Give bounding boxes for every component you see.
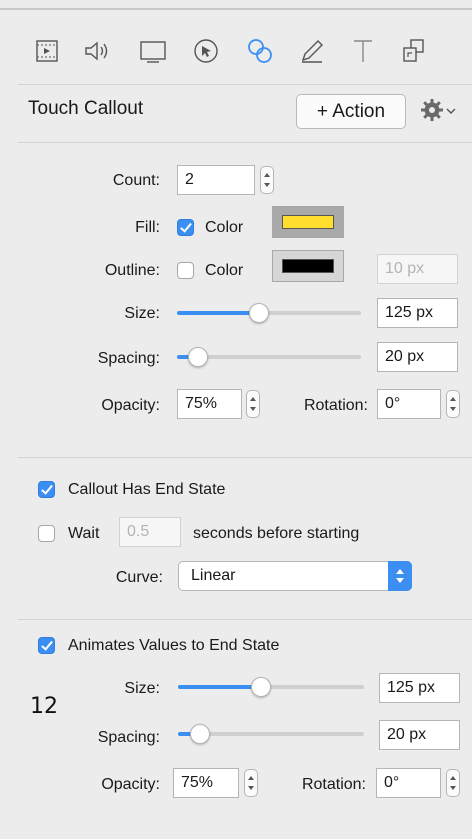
gear-icon (419, 97, 445, 128)
has-end-state-label: Callout Has End State (68, 481, 226, 498)
animates-checkbox[interactable] (38, 637, 55, 654)
export-icon[interactable] (397, 34, 431, 68)
spacing-label: Spacing: (97, 350, 160, 367)
end-opacity-stepper[interactable] (244, 769, 258, 797)
end-state-divider (18, 457, 472, 458)
wait-suffix-label: seconds before starting (193, 525, 360, 542)
film-icon[interactable] (30, 34, 64, 68)
curve-value: Linear (191, 567, 236, 584)
wait-checkbox[interactable] (38, 525, 55, 542)
end-spacing-field[interactable]: 20 px (379, 720, 460, 750)
window-top-edge (0, 0, 472, 10)
annotation-number: 12 (30, 694, 58, 719)
count-label: Count: (112, 172, 160, 189)
curve-popup[interactable]: Linear (178, 561, 412, 591)
end-rotation-stepper[interactable] (446, 769, 460, 797)
count-stepper[interactable] (260, 166, 274, 194)
end-size-slider[interactable] (178, 676, 364, 698)
chevron-down-icon (445, 103, 457, 121)
inspector-toolbar (0, 12, 472, 82)
fill-color-well[interactable] (272, 206, 344, 238)
count-field[interactable]: 2 (177, 165, 255, 195)
animate-divider (18, 619, 472, 620)
opacity-field[interactable]: 75% (177, 389, 242, 419)
speaker-icon[interactable] (80, 34, 114, 68)
outline-color-label: Color (205, 262, 244, 279)
outline-color-swatch (282, 259, 334, 273)
end-opacity-label: Opacity: (101, 776, 160, 793)
spacing-field[interactable]: 20 px (377, 342, 458, 372)
cursor-icon[interactable] (189, 34, 223, 68)
size-slider[interactable] (177, 302, 361, 324)
rotation-field[interactable]: 0° (377, 389, 441, 419)
opacity-label: Opacity: (101, 397, 160, 414)
end-size-slider-knob[interactable] (251, 677, 272, 697)
end-spacing-label: Spacing: (97, 729, 160, 746)
text-icon[interactable] (346, 34, 380, 68)
end-opacity-field[interactable]: 75% (173, 768, 239, 798)
size-field[interactable]: 125 px (377, 298, 458, 328)
spacing-slider[interactable] (177, 346, 361, 368)
end-spacing-slider[interactable] (178, 723, 364, 745)
wait-seconds-field[interactable]: 0.5 (119, 517, 181, 547)
rotation-stepper[interactable] (446, 390, 460, 418)
outline-label: Outline: (104, 262, 160, 279)
spacing-slider-knob[interactable] (188, 347, 209, 367)
rotation-label: Rotation: (303, 397, 368, 414)
toolbar-divider (18, 84, 472, 85)
wait-label: Wait (68, 525, 100, 542)
opacity-stepper[interactable] (246, 390, 260, 418)
display-icon[interactable] (136, 34, 170, 68)
outline-checkbox[interactable] (177, 262, 194, 279)
fill-checkbox[interactable] (177, 219, 194, 236)
size-slider-knob[interactable] (249, 303, 270, 323)
gear-menu-button[interactable] (419, 97, 467, 127)
size-label: Size: (124, 305, 160, 322)
end-spacing-slider-knob[interactable] (189, 724, 210, 744)
add-action-button[interactable]: + Action (296, 94, 406, 129)
outline-width-field[interactable]: 10 px (377, 254, 458, 284)
popup-arrows-icon (388, 561, 412, 591)
panel-title: Touch Callout (28, 98, 144, 119)
fill-label: Fill: (135, 219, 160, 236)
pencil-icon[interactable] (295, 34, 329, 68)
end-size-label: Size: (124, 680, 160, 697)
fill-color-swatch (282, 215, 334, 229)
touch-callout-icon[interactable] (243, 34, 277, 68)
end-rotation-field[interactable]: 0° (376, 768, 441, 798)
animates-label: Animates Values to End State (68, 637, 280, 654)
outline-color-well[interactable] (272, 250, 344, 282)
fill-color-label: Color (205, 219, 244, 236)
end-size-field[interactable]: 125 px (379, 673, 460, 703)
has-end-state-checkbox[interactable] (38, 481, 55, 498)
curve-label: Curve: (115, 569, 163, 586)
end-rotation-label: Rotation: (301, 776, 366, 793)
header-divider (18, 142, 472, 143)
